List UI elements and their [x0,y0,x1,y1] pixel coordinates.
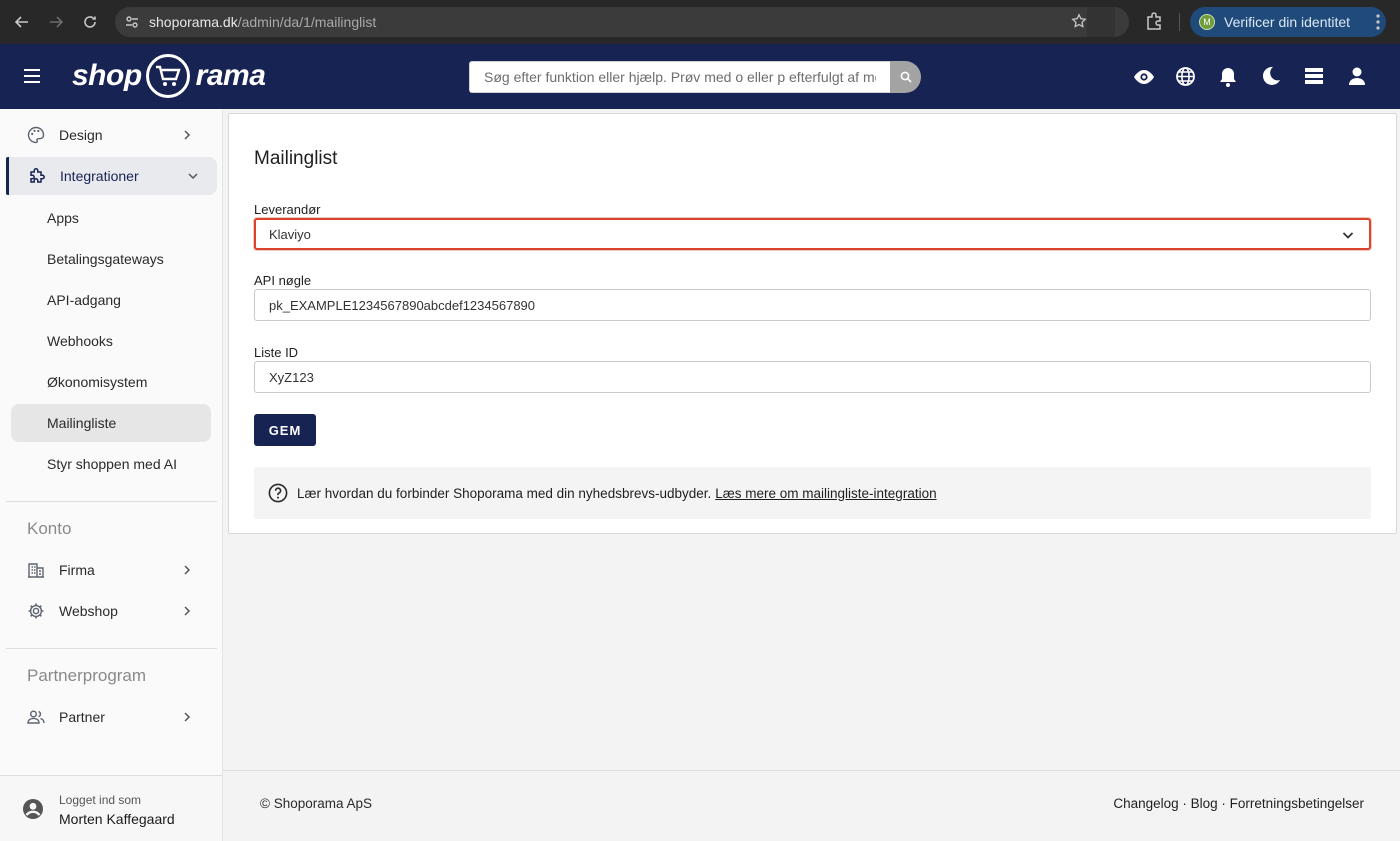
omnibox-extension-slot [1087,7,1115,37]
notifications-bell-icon[interactable] [1219,66,1237,93]
dark-mode-moon-icon[interactable] [1261,66,1281,91]
user-name: Morten Kaffegaard [59,811,175,827]
search-input[interactable] [469,61,890,93]
help-question-icon [268,483,288,503]
browser-menu-icon[interactable] [1370,12,1386,37]
list-id-label: Liste ID [254,345,299,360]
sidebar-item-integrationer[interactable]: Integrationer [6,157,217,195]
sidebar-item-webshop[interactable]: Webshop [11,592,211,630]
help-box: Lær hvordan du forbinder Shoporama med d… [254,467,1371,519]
people-icon [27,708,45,729]
search-button[interactable] [890,61,921,93]
eye-icon[interactable] [1133,66,1155,93]
list-id-input[interactable] [254,361,1371,393]
profile-label: Verificer din identitet [1224,14,1351,30]
provider-select[interactable]: Klaviyo [254,218,1371,250]
footer-links[interactable]: Changelog · Blog · Forretningsbetingelse… [1113,796,1364,811]
api-key-label: API nøgle [254,273,312,288]
search-bar [469,61,921,93]
mailinglist-card: Mailinglist Leverandør Klaviyo API nøgle… [228,113,1397,534]
forward-icon[interactable] [39,5,73,39]
provider-selected-value: Klaviyo [269,226,311,242]
address-bar[interactable]: shoporama.dk/admin/da/1/mailinglist [115,7,1129,37]
page-title: Mailinglist [254,148,338,169]
help-link[interactable]: Læs mere om mailingliste-integration [715,486,936,501]
sidebar-item-apps[interactable]: Apps [11,199,211,237]
profile-button[interactable]: M Verificer din identitet [1190,7,1386,37]
search-icon [900,71,912,83]
account-circle-icon [22,798,44,825]
sidebar-section-konto: Konto [27,519,72,538]
chevron-down-icon [1341,228,1355,245]
save-button[interactable]: GEM [254,414,316,446]
chevron-right-icon [181,563,193,579]
user-account-icon[interactable] [1348,66,1366,91]
sidebar-item-firma[interactable]: Firma [11,551,211,589]
logo-text-left: shop [72,59,142,92]
sidebar-divider [6,648,217,649]
menu-icon[interactable] [22,66,42,91]
extensions-icon[interactable] [1143,10,1165,37]
building-icon [27,561,45,582]
sidebar-item-mailingliste[interactable]: Mailingliste [11,404,211,442]
reload-icon[interactable] [73,5,107,39]
sidebar-item-okonomisystem[interactable]: Økonomisystem [11,363,211,401]
sidebar-item-label: Integrationer [60,168,139,184]
logo-text-right: rama [195,59,266,92]
sidebar-item-api-adgang[interactable]: API-adgang [11,281,211,319]
browser-toolbar: shoporama.dk/admin/da/1/mailinglist M Ve… [0,0,1400,44]
sidebar-section-partnerprogram: Partnerprogram [27,666,147,685]
storage-list-icon[interactable] [1304,67,1324,90]
help-text: Lær hvordan du forbinder Shoporama med d… [297,485,712,501]
sidebar-item-label: Webshop [59,603,118,619]
sidebar-item-label: Design [59,127,103,143]
sidebar-item-label: Partner [59,709,105,725]
toolbar-divider [1179,13,1180,31]
sidebar-divider [6,501,217,502]
logged-in-label: Logget ind som [59,793,142,807]
globe-icon[interactable] [1175,66,1196,92]
chevron-right-icon [181,604,193,620]
sidebar-item-partner[interactable]: Partner [11,698,211,736]
bookmark-star-icon[interactable] [1071,13,1087,34]
sidebar-item-betalingsgateways[interactable]: Betalingsgateways [11,240,211,278]
copyright-text: © Shoporama ApS [260,796,373,811]
chevron-down-icon [187,169,199,185]
provider-label: Leverandør [254,202,321,217]
sidebar-item-webhooks[interactable]: Webhooks [11,322,211,360]
sidebar-item-styr-shoppen[interactable]: Styr shoppen med AI [11,445,211,483]
sidebar-item-label: Firma [59,562,95,578]
shoporama-logo[interactable]: shop rama [72,52,266,100]
chevron-right-icon [181,710,193,726]
sidebar: Design Integrationer Apps Betalingsgatew… [0,109,223,841]
cart-icon [145,54,190,98]
profile-avatar: M [1199,14,1215,30]
app-header: shop rama [0,44,1400,109]
back-icon[interactable] [5,5,39,39]
chevron-right-icon [181,128,193,144]
palette-icon [27,126,45,147]
gear-icon [27,602,45,623]
url-text: shoporama.dk/admin/da/1/mailinglist [149,14,377,30]
puzzle-icon [28,167,46,188]
sidebar-item-design[interactable]: Design [11,116,211,154]
site-settings-icon[interactable] [115,14,149,30]
api-key-input[interactable] [254,289,1371,321]
logged-in-user: Logget ind som Morten Kaffegaard [0,775,222,841]
page-footer: © Shoporama ApS Changelog · Blog · Forre… [223,770,1400,841]
